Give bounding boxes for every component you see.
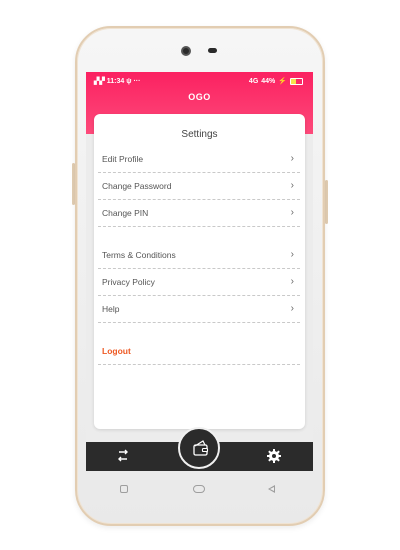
back-button[interactable] (268, 485, 275, 493)
battery-icon (290, 77, 303, 85)
more-dots-icon: ··· (133, 78, 141, 85)
settings-item-privacy-policy[interactable]: Privacy Policy › (98, 270, 300, 296)
usb-icon: ψ (126, 78, 132, 85)
settings-item-change-pin[interactable]: Change PIN › (98, 201, 300, 227)
battery-percent: 44% (261, 77, 276, 85)
network-label: 4G (248, 77, 259, 85)
settings-item-edit-profile[interactable]: Edit Profile › (98, 147, 300, 173)
settings-item-label: Change PIN (102, 208, 149, 218)
settings-item-label: Edit Profile (102, 154, 144, 164)
earpiece-speaker (208, 48, 217, 53)
wallet-button[interactable] (178, 427, 220, 469)
transfer-arrows-icon[interactable] (115, 448, 131, 464)
settings-item-label: Help (102, 304, 120, 314)
signal-icon: ▞▞ (94, 78, 105, 85)
chevron-right-icon: › (290, 180, 294, 191)
app-title: OGO (188, 92, 211, 102)
charging-icon: ⚡ (278, 78, 287, 85)
recent-apps-button[interactable] (120, 485, 128, 493)
status-right: 4G 44% ⚡ (249, 77, 303, 85)
chevron-right-icon: › (290, 276, 294, 287)
status-bar: ▞▞ 11:34 ψ ··· 4G 44% ⚡ (86, 72, 313, 90)
status-left: ▞▞ 11:34 ψ ··· (94, 77, 140, 85)
settings-card: Settings Edit Profile › Change Password … (94, 114, 305, 429)
settings-item-label: Terms & Conditions (102, 250, 176, 260)
chevron-right-icon: › (290, 153, 294, 164)
gear-icon[interactable] (266, 448, 282, 464)
wallet-icon (192, 439, 210, 457)
chevron-right-icon: › (290, 249, 294, 260)
page-title: Settings (181, 129, 218, 140)
front-camera (181, 46, 191, 56)
phone-screen: ▞▞ 11:34 ψ ··· 4G 44% ⚡ OGO Settings Edi… (86, 72, 313, 471)
logout-button[interactable]: Logout (98, 339, 300, 365)
settings-item-label: Privacy Policy (102, 277, 155, 287)
settings-item-label: Change Password (102, 181, 172, 191)
logout-label: Logout (102, 346, 131, 356)
settings-item-change-password[interactable]: Change Password › (98, 174, 300, 200)
settings-item-help[interactable]: Help › (98, 297, 300, 323)
settings-item-terms[interactable]: Terms & Conditions › (98, 243, 300, 269)
chevron-right-icon: › (290, 303, 294, 314)
chevron-right-icon: › (290, 207, 294, 218)
phone-side-button-right (325, 180, 328, 224)
home-button[interactable] (193, 485, 205, 493)
status-time: 11:34 (106, 78, 125, 85)
